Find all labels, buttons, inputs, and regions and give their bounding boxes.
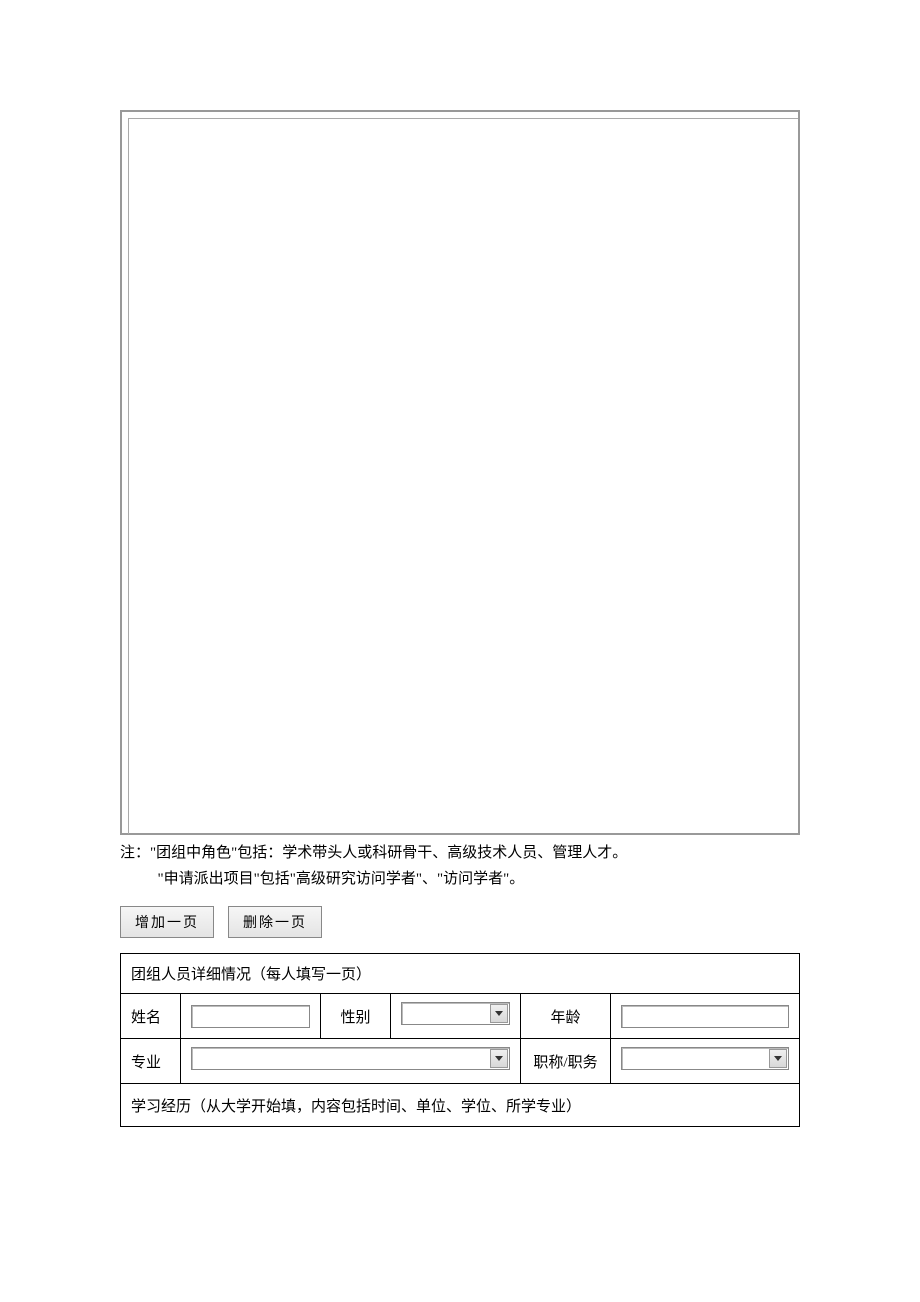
major-select[interactable] — [191, 1047, 510, 1070]
major-label: 专业 — [121, 1039, 181, 1084]
name-input[interactable] — [191, 1005, 310, 1028]
title-position-select[interactable] — [621, 1047, 789, 1070]
member-detail-table: 团组人员详细情况（每人填写一页） 姓名 性别 年龄 专业 — [120, 953, 800, 1127]
delete-page-button[interactable]: 删除一页 — [228, 906, 322, 938]
age-label: 年龄 — [521, 994, 611, 1039]
chevron-down-icon — [490, 1004, 508, 1023]
name-label: 姓名 — [121, 994, 181, 1039]
notes-block: 注："团组中角色"包括：学术带头人或科研骨干、高级技术人员、管理人才。 "申请派… — [120, 841, 800, 892]
gender-label: 性别 — [321, 994, 391, 1039]
note-line-1: 注："团组中角色"包括：学术带头人或科研骨干、高级技术人员、管理人才。 — [120, 841, 800, 867]
large-textarea-inner — [128, 118, 798, 834]
chevron-down-icon — [490, 1049, 508, 1068]
button-row: 增加一页 删除一页 — [120, 906, 800, 938]
note-line-2: "申请派出项目"包括"高级研究访问学者"、"访问学者"。 — [120, 867, 800, 893]
form-header: 团组人员详细情况（每人填写一页） — [121, 954, 800, 994]
age-input[interactable] — [621, 1005, 789, 1028]
title-position-label: 职称/职务 — [521, 1039, 611, 1084]
chevron-down-icon — [769, 1049, 787, 1068]
add-page-button[interactable]: 增加一页 — [120, 906, 214, 938]
education-label: 学习经历（从大学开始填，内容包括时间、单位、学位、所学专业） — [121, 1084, 800, 1127]
large-textarea-box[interactable] — [120, 110, 800, 835]
gender-select[interactable] — [401, 1002, 510, 1025]
